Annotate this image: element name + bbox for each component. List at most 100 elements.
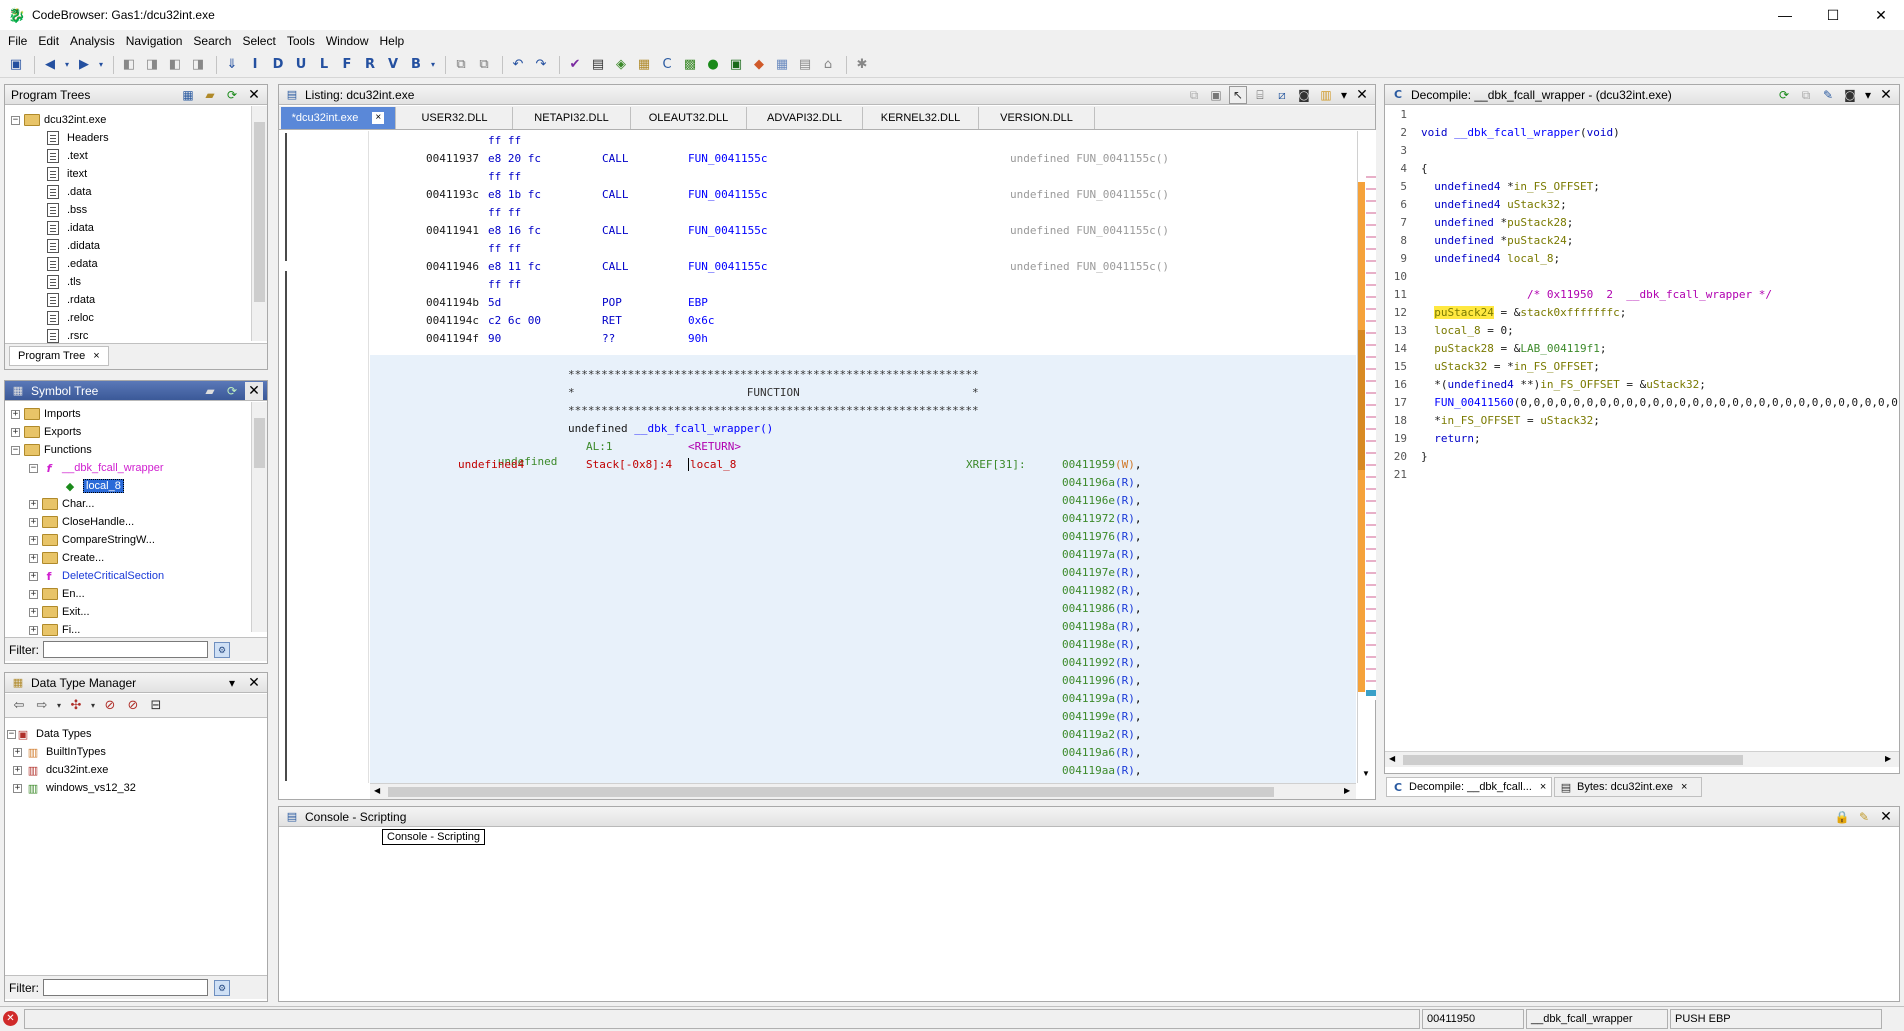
minimize-button[interactable]: —	[1762, 0, 1808, 30]
close-panel-icon[interactable]: ✕	[1353, 86, 1371, 104]
symbol-folder-item[interactable]: + En...	[29, 585, 85, 603]
tree-icon[interactable]: ⌂	[818, 55, 838, 75]
xref-entry[interactable]: 0041198e(R),	[1062, 637, 1141, 652]
code-address[interactable]: 00411937	[426, 151, 479, 166]
dtm-root[interactable]: − ▣ Data Types	[7, 725, 91, 743]
xref-entry[interactable]: 00411972(R),	[1062, 511, 1141, 526]
run-script-icon[interactable]: ●	[703, 55, 723, 75]
back-icon[interactable]: ◀	[40, 55, 60, 75]
scroll-left-icon[interactable]: ◀	[374, 786, 380, 795]
decompile-line[interactable]: 2 void __dbk_fcall_wrapper(void)	[1385, 124, 1619, 142]
decompile-line[interactable]: 11 /* 0x11950 2 __dbk_fcall_wrapper */	[1385, 286, 1772, 304]
back-icon[interactable]: ⇦	[9, 696, 29, 716]
undefined-icon[interactable]: U	[291, 55, 311, 75]
code-operand[interactable]: FUN_0041155c	[688, 151, 767, 166]
xref-entry[interactable]: 00411996(R),	[1062, 673, 1141, 688]
tree-item[interactable]: .reloc	[47, 309, 94, 327]
xref-entry[interactable]: 0041197a(R),	[1062, 547, 1141, 562]
xref-address[interactable]: 00411972	[1062, 512, 1115, 525]
decompile-line[interactable]: 21	[1385, 466, 1421, 484]
menu-edit[interactable]: Edit	[38, 34, 59, 48]
tab-decompile[interactable]: C Decompile: __dbk_fcall... ×	[1386, 777, 1552, 797]
expand-icon[interactable]: +	[13, 747, 22, 757]
expand-icon[interactable]: +	[29, 571, 38, 581]
bookmark-icon[interactable]: ◆	[749, 55, 769, 75]
collapse-all-icon[interactable]: ⊟	[146, 696, 166, 716]
expand-icon[interactable]: +	[11, 427, 20, 437]
xref-entry[interactable]: 00411992(R),	[1062, 655, 1141, 670]
code-address[interactable]: 00411946	[426, 259, 479, 274]
xref-address[interactable]: 0041198a	[1062, 620, 1115, 633]
diff-icon[interactable]: ⧉	[451, 55, 471, 75]
export-icon[interactable]: ▤	[795, 55, 815, 75]
collapse-icon[interactable]: −	[11, 115, 20, 125]
listing-code-area[interactable]: ff ff 00411937 e8 20 fc CALL FUN_0041155c und…	[370, 131, 1356, 783]
copy-icon[interactable]: ⧉	[1797, 86, 1815, 104]
decompile-line[interactable]: 3	[1385, 142, 1421, 160]
overview-marker-bar[interactable]	[1358, 130, 1376, 700]
diff2-icon[interactable]: ⧉	[474, 55, 494, 75]
nav-prev-icon[interactable]: ◧	[119, 55, 139, 75]
expand-icon[interactable]: +	[29, 535, 38, 545]
expand-icon[interactable]: +	[29, 607, 38, 617]
symbol-local-var[interactable]: ◆ local_8	[63, 477, 124, 495]
reference-icon[interactable]: R	[360, 55, 380, 75]
menu-select[interactable]: Select	[242, 34, 275, 48]
decompile-line[interactable]: 14 puStack28 = &LAB_004119f1;	[1385, 340, 1607, 358]
xref-entry[interactable]: 0041198a(R),	[1062, 619, 1141, 634]
dropdown-icon[interactable]: ▾	[97, 55, 105, 75]
tree-item[interactable]: .idata	[47, 219, 94, 237]
xref-entry[interactable]: 004119aa(R),	[1062, 763, 1141, 778]
refresh-icon[interactable]: ⟳	[1775, 86, 1793, 104]
refresh-tree-icon[interactable]: ⟳	[223, 86, 241, 104]
symbol-exports[interactable]: + Exports	[11, 423, 81, 441]
code-operand[interactable]: FUN_0041155c	[688, 259, 767, 274]
tree-root[interactable]: − dcu32int.exe	[11, 111, 106, 129]
code-address[interactable]: 0041193c	[426, 187, 479, 202]
error-status-icon[interactable]: ✕	[3, 1011, 18, 1026]
decompile-line[interactable]: 18 *in_FS_OFFSET = uStack32;	[1385, 412, 1600, 430]
forward-icon[interactable]: ⇨	[32, 696, 52, 716]
value-icon[interactable]: V	[383, 55, 403, 75]
tab-dcu32int[interactable]: *dcu32int.exe ×	[281, 107, 396, 129]
menu-tools[interactable]: Tools	[287, 34, 315, 48]
dropdown-icon[interactable]: ▾	[55, 696, 63, 716]
dtm-item[interactable]: + ▥ dcu32int.exe	[13, 761, 108, 779]
layout-icon[interactable]: ▥	[1317, 86, 1335, 104]
code-operand[interactable]: 90h	[688, 331, 708, 346]
xref-address[interactable]: 00411976	[1062, 530, 1115, 543]
code-address[interactable]: 0041194b	[426, 295, 479, 310]
code-address[interactable]: 0041194c	[426, 313, 479, 328]
menu-analysis[interactable]: Analysis	[70, 34, 115, 48]
tab-version[interactable]: VERSION.DLL	[979, 107, 1095, 129]
filter-arrays-icon[interactable]: ⊘	[123, 696, 143, 716]
scroll-thumb[interactable]	[254, 122, 265, 302]
close-icon[interactable]: ×	[372, 112, 385, 124]
menu-help[interactable]: Help	[380, 34, 405, 48]
decompile-line[interactable]: 17 FUN_00411560(0,0,0,0,0,0,0,0,0,0,0,0,…	[1385, 394, 1899, 412]
xref-entry[interactable]: 0041199a(R),	[1062, 691, 1141, 706]
menu-file[interactable]: File	[8, 34, 27, 48]
decompile-line[interactable]: 12 puStack24 = &stack0xfffffffc;	[1385, 304, 1626, 322]
diff-view-icon[interactable]: ⧄	[1273, 86, 1291, 104]
tree-item[interactable]: .rdata	[47, 291, 95, 309]
symbol-scrollbar[interactable]	[251, 402, 267, 632]
xref-entry[interactable]: 0041199e(R),	[1062, 709, 1141, 724]
xref-entry[interactable]: 0041196a(R),	[1062, 475, 1141, 490]
clear-console-icon[interactable]: ✎	[1855, 808, 1873, 826]
dropdown-icon[interactable]: ▾	[223, 674, 241, 692]
tab-bytes[interactable]: ▤ Bytes: dcu32int.exe ×	[1554, 777, 1702, 797]
decompile-line[interactable]: 16 *(undefined4 **)in_FS_OFFSET = &uStac…	[1385, 376, 1706, 394]
collapse-icon[interactable]: −	[7, 729, 16, 739]
bytes-icon[interactable]: B	[406, 55, 426, 75]
menu-window[interactable]: Window	[326, 34, 369, 48]
tree-item[interactable]: itext	[47, 165, 87, 183]
tree-item[interactable]: Headers	[47, 129, 109, 147]
tree-item[interactable]: .didata	[47, 237, 100, 255]
filter-options-icon[interactable]: ⚙	[214, 979, 230, 996]
symbol-folder-item[interactable]: + CloseHandle...	[29, 513, 134, 531]
tab-kernel32[interactable]: KERNEL32.DLL	[863, 107, 979, 129]
scroll-right-icon[interactable]: ▶	[1344, 786, 1350, 795]
xref-address[interactable]: 00411996	[1062, 674, 1115, 687]
xref-address[interactable]: 0041196a	[1062, 476, 1115, 489]
